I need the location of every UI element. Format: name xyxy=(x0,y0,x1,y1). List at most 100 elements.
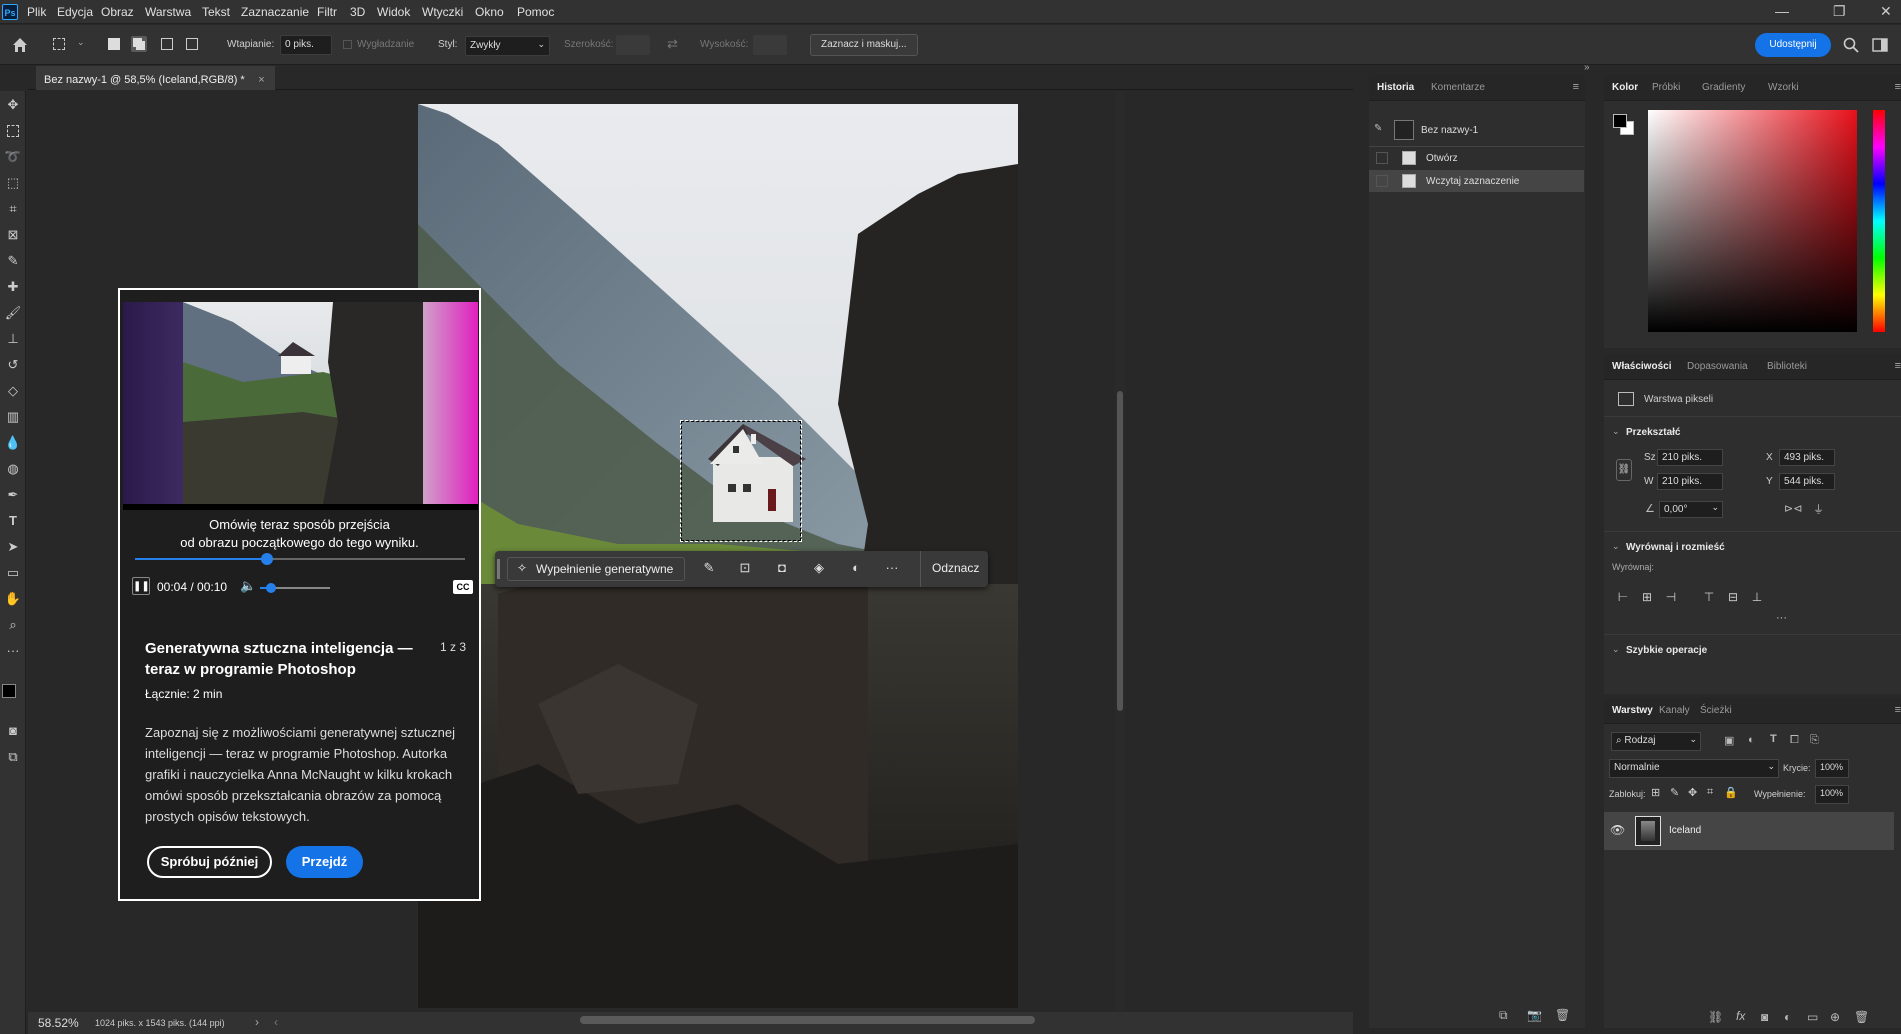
more-options-icon[interactable]: ··· xyxy=(883,559,901,577)
type-tool-icon[interactable]: T xyxy=(3,511,23,531)
new-adjustment-icon[interactable]: ◐ xyxy=(1784,1010,1791,1024)
more-tools-icon[interactable]: ··· xyxy=(3,641,23,661)
frame-icon[interactable]: ⊠ xyxy=(3,225,23,245)
tab-swatches[interactable]: Próbki xyxy=(1652,75,1680,99)
select-and-mask-button[interactable]: Zaznacz i maskuj... xyxy=(810,34,918,56)
volume-icon[interactable]: 🔈 xyxy=(240,578,256,594)
maximize-button[interactable]: ❐ xyxy=(1833,3,1846,20)
rectangular-marquee-icon[interactable] xyxy=(3,121,23,141)
history-brush-icon[interactable]: ↺ xyxy=(3,355,23,375)
add-selection-bg[interactable] xyxy=(131,36,147,52)
menu-layer[interactable]: Warstwa xyxy=(145,4,191,20)
align-top-icon[interactable]: ⊤ xyxy=(1702,590,1716,604)
panel-menu-icon[interactable]: ≡ xyxy=(1895,704,1901,716)
transform-section-title[interactable]: Przekształć xyxy=(1626,427,1680,438)
status-menu-arrow[interactable]: › xyxy=(255,1015,259,1029)
screen-mode-icon[interactable]: ⧉ xyxy=(3,747,23,767)
history-brush-source-icon[interactable]: ✎ xyxy=(1374,123,1382,134)
lock-all-icon[interactable]: 🔒 xyxy=(1724,786,1738,799)
lasso-icon[interactable]: ➰ xyxy=(3,147,23,167)
menu-plugins[interactable]: Wtyczki xyxy=(422,4,463,20)
new-layer-icon[interactable]: ⊕ xyxy=(1830,1010,1840,1024)
filter-shape-icon[interactable]: ⧠ xyxy=(1790,734,1799,747)
chevron-down-icon[interactable]: ⌄ xyxy=(1612,426,1620,437)
share-button[interactable]: Udostępnij xyxy=(1755,33,1831,57)
gradient-icon[interactable]: ▥ xyxy=(3,407,23,427)
lock-position-icon[interactable]: ✥ xyxy=(1688,786,1697,799)
filter-adjustment-icon[interactable]: ◐ xyxy=(1748,734,1755,746)
height-input[interactable] xyxy=(753,35,787,55)
tutorial-video[interactable] xyxy=(123,302,478,504)
brush-icon[interactable]: 🖌 xyxy=(3,303,23,323)
layer-filter-select[interactable]: ⌕ Rodzaj ⌄ xyxy=(1611,732,1701,751)
history-step[interactable]: Wczytaj zaznaczenie xyxy=(1369,170,1584,192)
lock-image-icon[interactable]: ✎ xyxy=(1670,786,1679,799)
eyedropper-icon[interactable]: ✎ xyxy=(3,251,23,271)
tab-layers[interactable]: Warstwy xyxy=(1612,698,1653,722)
align-section-title[interactable]: Wyrównaj i rozmieść xyxy=(1626,542,1725,553)
selection-marquee[interactable] xyxy=(680,420,802,542)
go-button[interactable]: Przejdź xyxy=(286,846,363,878)
tab-properties[interactable]: Właściwości xyxy=(1612,354,1671,378)
align-center-icon[interactable]: ⊞ xyxy=(1640,590,1654,604)
menu-window[interactable]: Okno xyxy=(475,4,504,20)
eye-icon[interactable]: 👁 xyxy=(1610,823,1625,837)
close-window-button[interactable]: ✕ xyxy=(1880,3,1892,20)
blend-mode-select[interactable]: Normalnie ⌄ xyxy=(1609,759,1779,778)
tab-color[interactable]: Kolor xyxy=(1612,75,1638,99)
crop-icon[interactable]: ⌗ xyxy=(3,199,23,219)
menu-edit[interactable]: Edycja xyxy=(57,4,93,20)
foreground-color-swatch[interactable] xyxy=(1613,114,1627,128)
fill-icon[interactable]: ◈ xyxy=(810,559,828,577)
menu-3d[interactable]: 3D xyxy=(350,4,365,20)
align-right-icon[interactable]: ⊣ xyxy=(1664,590,1678,604)
fill-field[interactable]: 100% xyxy=(1815,785,1849,804)
search-icon[interactable] xyxy=(1843,37,1859,53)
flip-vertical-icon[interactable]: ⏚ xyxy=(1813,501,1824,517)
captions-button[interactable]: CC xyxy=(453,580,473,594)
layer-row[interactable]: 👁 Iceland xyxy=(1604,812,1894,850)
history-checkbox[interactable] xyxy=(1376,175,1388,187)
panel-menu-icon[interactable]: ≡ xyxy=(1573,81,1579,93)
lock-artboard-icon[interactable]: ⌗ xyxy=(1707,786,1713,799)
tab-gradients[interactable]: Gradienty xyxy=(1702,75,1745,99)
clone-stamp-icon[interactable]: ⊥ xyxy=(3,329,23,349)
angle-field[interactable]: 0,00° ⌄ xyxy=(1659,501,1723,518)
tab-history[interactable]: Historia xyxy=(1377,75,1414,99)
flip-horizontal-icon[interactable]: ⊳⊲ xyxy=(1784,502,1802,515)
menu-image[interactable]: Obraz xyxy=(101,4,134,20)
layer-name[interactable]: Iceland xyxy=(1669,825,1701,836)
feather-input[interactable]: 0 piks. xyxy=(280,35,332,55)
snapshot-camera-icon[interactable]: 📷 xyxy=(1527,1008,1542,1022)
vertical-scrollbar[interactable] xyxy=(1115,91,1125,1010)
layer-style-icon[interactable]: fx xyxy=(1736,1009,1745,1023)
menu-type[interactable]: Tekst xyxy=(202,4,230,20)
subtract-selection-icon[interactable] xyxy=(161,38,173,50)
add-mask-icon[interactable]: ◙ xyxy=(1761,1010,1768,1024)
hand-icon[interactable]: ✋ xyxy=(3,589,23,609)
move-tool-icon[interactable]: ✥ xyxy=(3,95,23,115)
height-field[interactable]: 210 piks. xyxy=(1657,473,1723,490)
align-middle-icon[interactable]: ⊟ xyxy=(1726,590,1740,604)
align-bottom-icon[interactable]: ⊥ xyxy=(1750,590,1764,604)
filter-pixel-icon[interactable]: ▣ xyxy=(1724,734,1734,747)
align-left-icon[interactable]: ⊢ xyxy=(1616,590,1630,604)
object-selection-icon[interactable]: ⬚ xyxy=(3,173,23,193)
tab-channels[interactable]: Kanały xyxy=(1659,698,1690,722)
x-field[interactable]: 493 piks. xyxy=(1779,449,1835,466)
horizontal-scrollbar[interactable] xyxy=(580,1016,1035,1024)
drag-handle[interactable] xyxy=(497,559,500,579)
opacity-field[interactable]: 100% xyxy=(1815,759,1849,778)
path-selection-icon[interactable]: ➤ xyxy=(3,537,23,557)
modify-selection-icon[interactable]: ✎ xyxy=(700,559,718,577)
workspace-icon[interactable] xyxy=(1872,38,1888,52)
link-icon[interactable]: ⛓ xyxy=(1616,459,1632,481)
tab-adjustments[interactable]: Dopasowania xyxy=(1687,354,1748,378)
chevron-down-icon[interactable]: ⌄ xyxy=(1612,541,1620,552)
width-field[interactable]: 210 piks. xyxy=(1657,449,1723,466)
chevron-down-icon[interactable]: ⌄ xyxy=(77,37,85,48)
dodge-icon[interactable]: ◍ xyxy=(3,459,23,479)
tab-comments[interactable]: Komentarze xyxy=(1431,75,1485,99)
healing-brush-icon[interactable]: ✚ xyxy=(3,277,23,297)
swap-icon[interactable]: ⇄ xyxy=(667,36,678,52)
